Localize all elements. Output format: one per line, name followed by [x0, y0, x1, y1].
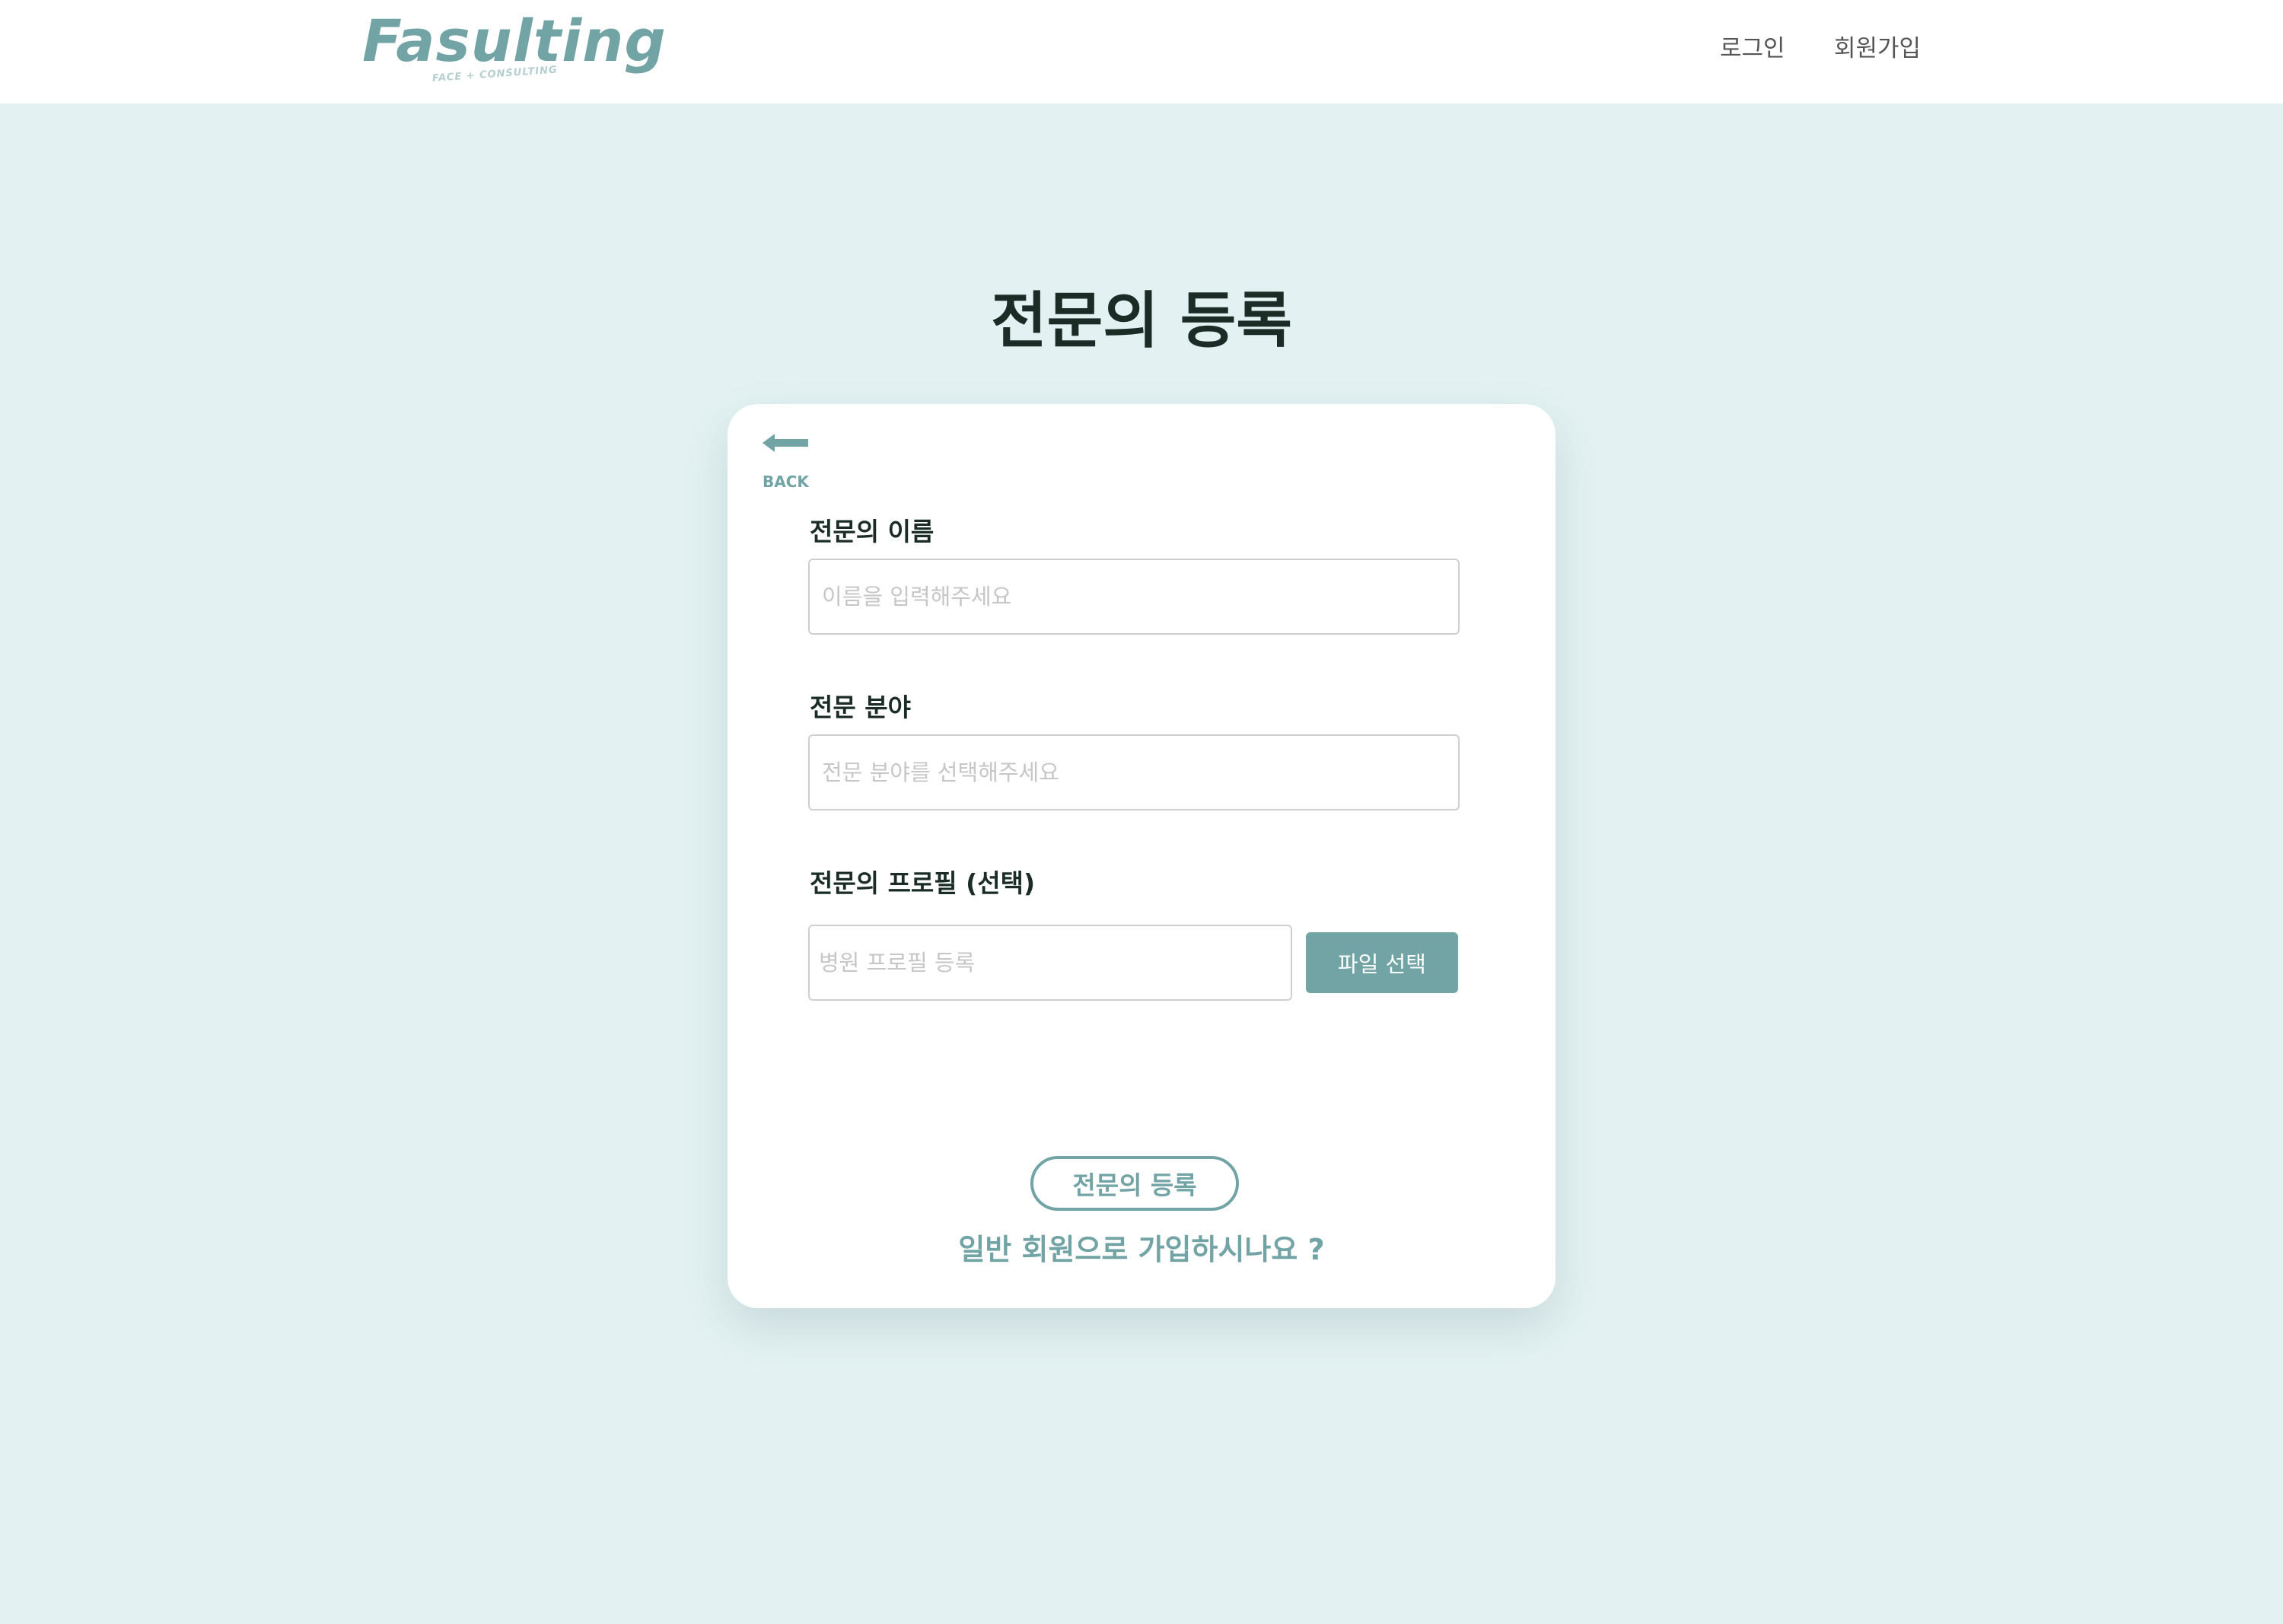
page-title: 전문의 등록	[991, 285, 1292, 356]
specialty-label: 전문 분야	[810, 693, 911, 722]
registration-card: BACK 전문의 이름 전문 분야 전문의 프로필 (선택) 파일 선택 전문의…	[728, 404, 1555, 1308]
fasulting-logo[interactable]: Fasulting FACE + CONSULTING	[361, 11, 666, 91]
general-signup-link[interactable]: 일반 회원으로 가입하시나요 ?	[728, 1231, 1555, 1269]
back-label: BACK	[763, 473, 809, 491]
profile-file-input[interactable]	[808, 925, 1292, 1001]
logo-wordmark: Fasulting	[362, 7, 667, 75]
nav-login-link[interactable]: 로그인	[1720, 33, 1785, 64]
arrow-left-icon	[763, 434, 808, 452]
back-button[interactable]: BACK	[763, 431, 816, 491]
doctor-name-input[interactable]	[808, 559, 1460, 635]
choose-file-button[interactable]: 파일 선택	[1306, 932, 1458, 993]
name-label: 전문의 이름	[810, 517, 935, 546]
specialty-input[interactable]	[808, 734, 1460, 810]
top-header: Fasulting FACE + CONSULTING 로그인 회원가입	[0, 0, 2283, 103]
register-doctor-button[interactable]: 전문의 등록	[1030, 1156, 1239, 1211]
profile-label: 전문의 프로필 (선택)	[810, 868, 1036, 898]
nav-signup-link[interactable]: 회원가입	[1834, 33, 1921, 64]
